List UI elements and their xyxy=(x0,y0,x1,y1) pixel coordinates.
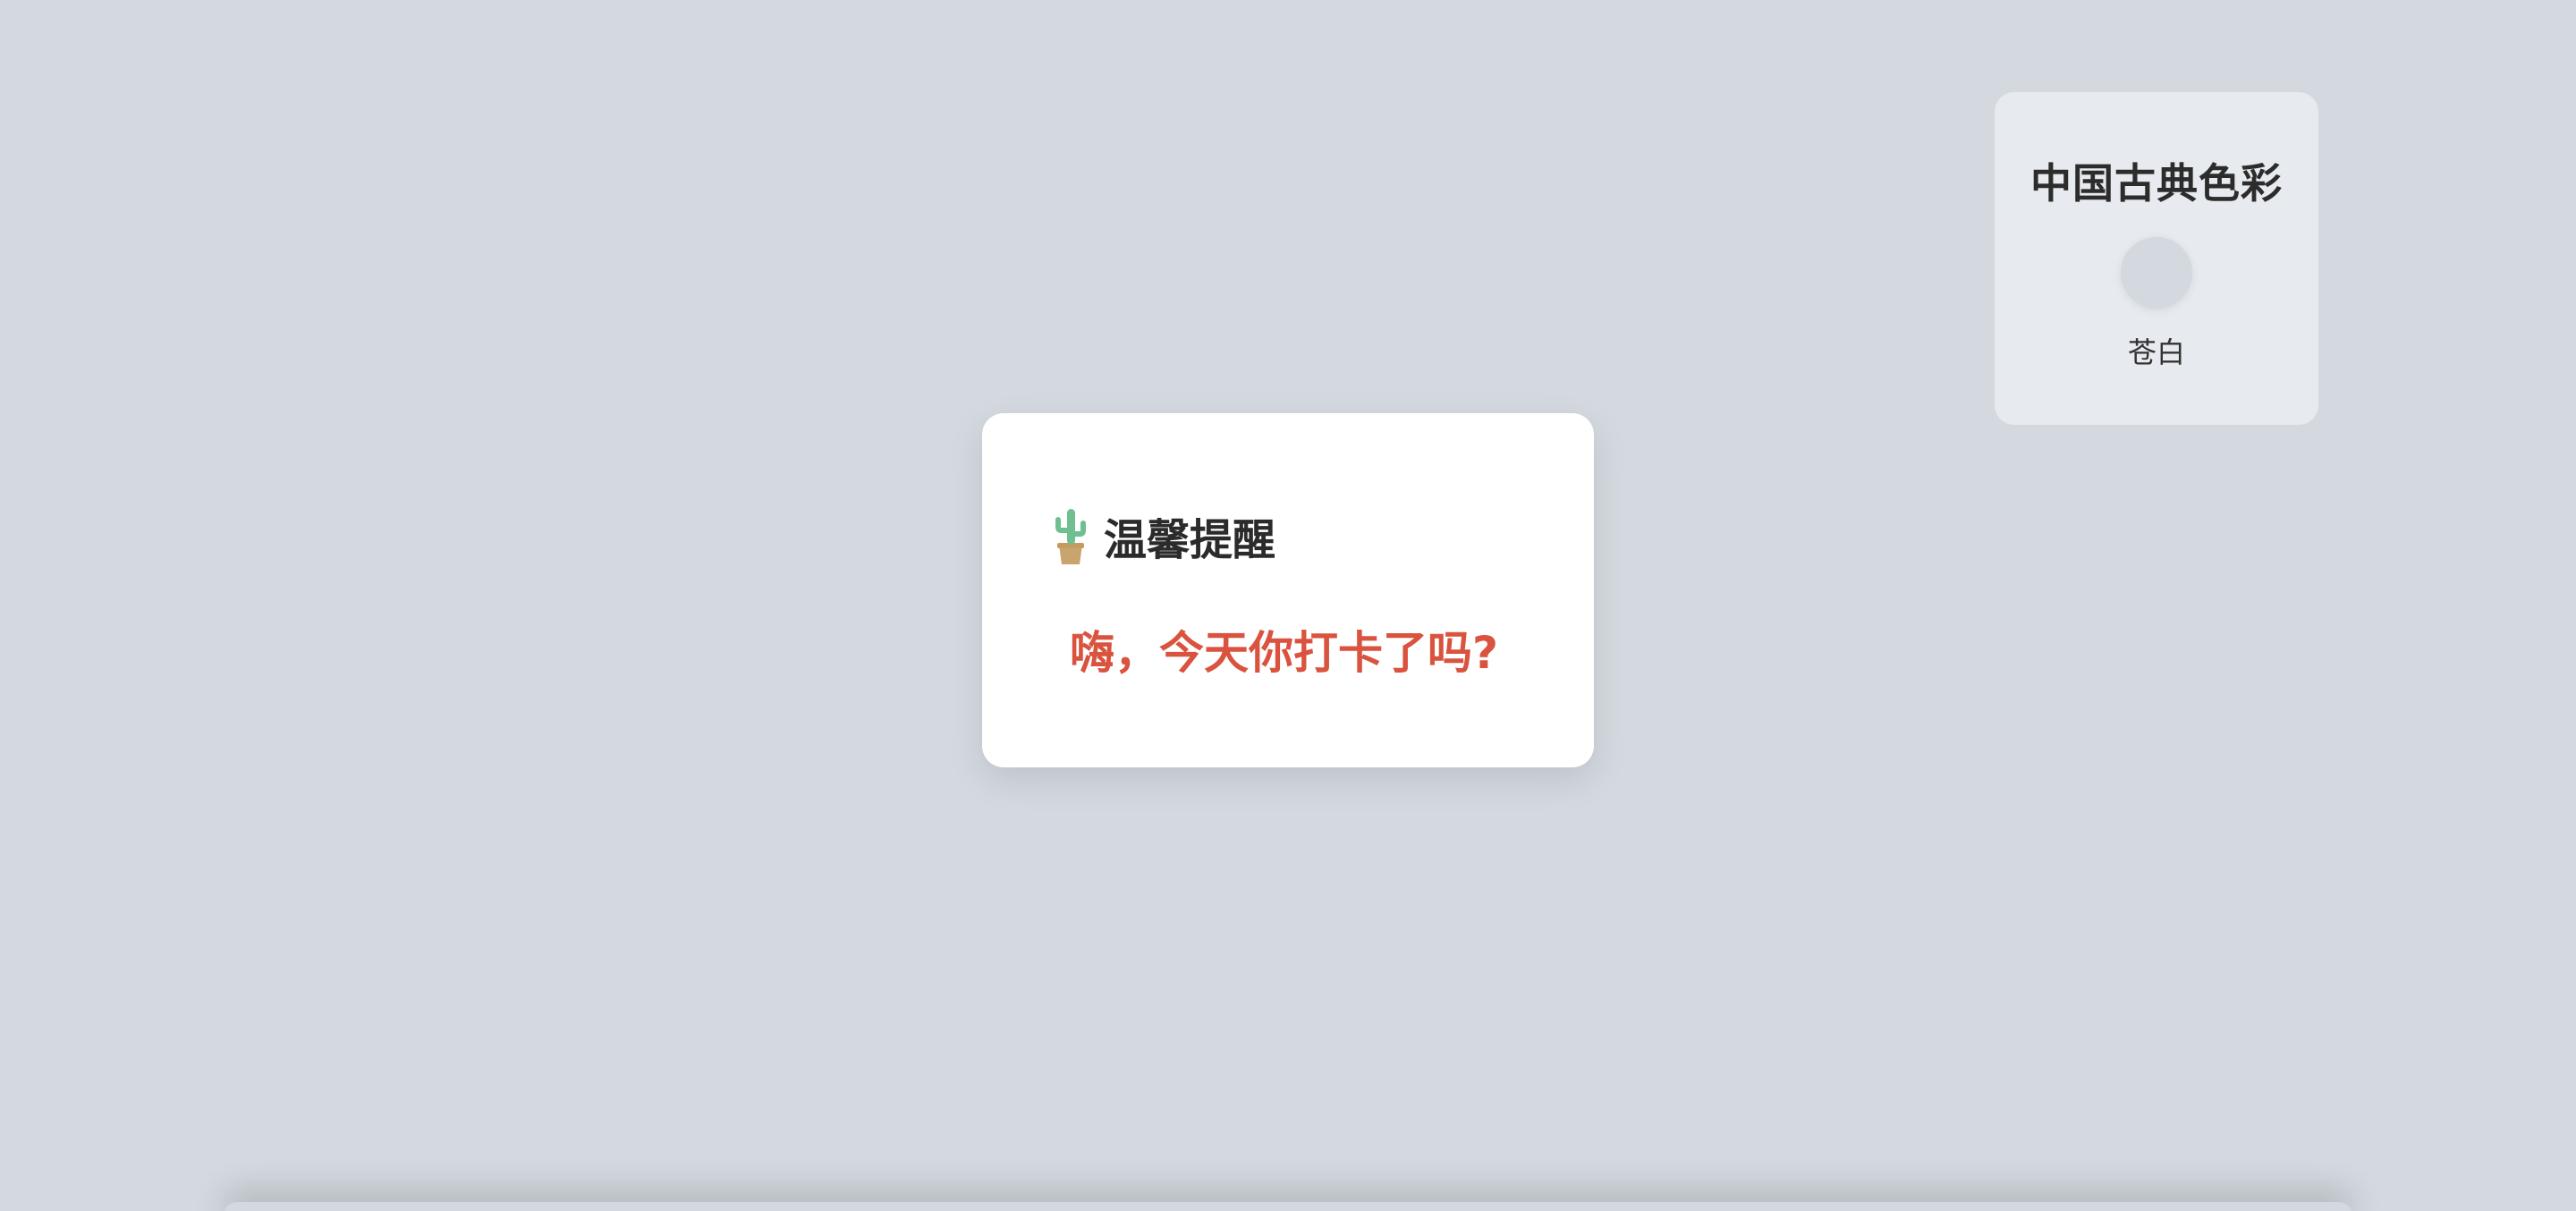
dialog-title: 温馨提醒 xyxy=(1104,515,1276,565)
dock-shadow xyxy=(224,1202,2352,1211)
dialog-message: 嗨，今天你打卡了吗? xyxy=(1070,627,1499,679)
cactus-icon xyxy=(1055,509,1086,564)
reminder-dialog: 温馨提醒 嗨，今天你打卡了吗? xyxy=(982,413,1594,767)
color-card-title: 中国古典色彩 xyxy=(2030,159,2283,207)
color-card: 中国古典色彩 苍白 xyxy=(1995,92,2318,425)
color-swatch[interactable] xyxy=(2121,237,2192,309)
color-name: 苍白 xyxy=(2127,335,2185,369)
dialog-header: 温馨提醒 xyxy=(1052,504,1275,567)
